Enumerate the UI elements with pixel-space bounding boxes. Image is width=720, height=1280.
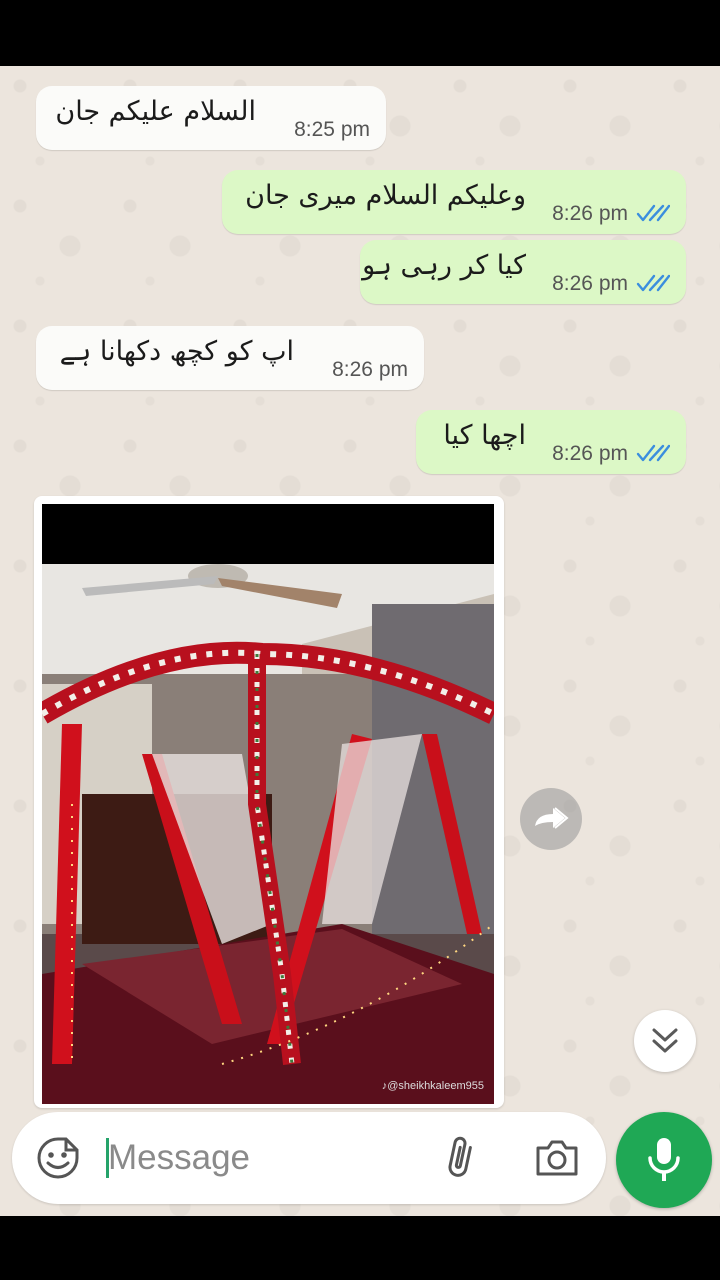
message-bubble-incoming[interactable]: السلام علیکم جان 8:25 pm bbox=[36, 86, 386, 150]
message-bubble-incoming[interactable]: اپ کو کچھ دکھانا ہے 8:26 pm bbox=[36, 326, 424, 390]
message-composer bbox=[12, 1112, 606, 1204]
navigation-bar bbox=[0, 1216, 720, 1280]
message-time: 8:26 pm bbox=[552, 442, 628, 465]
forward-icon bbox=[535, 807, 569, 829]
message-text: اچھا کیا bbox=[443, 420, 526, 451]
read-ticks-icon bbox=[636, 274, 670, 292]
camera-icon[interactable] bbox=[534, 1136, 580, 1180]
forward-button[interactable] bbox=[520, 788, 582, 850]
message-text: کیا کر رہی ہو bbox=[362, 250, 526, 281]
read-ticks-icon bbox=[636, 204, 670, 222]
scroll-to-bottom-button[interactable] bbox=[634, 1010, 696, 1072]
sticker-icon[interactable] bbox=[36, 1136, 80, 1180]
message-text: وعلیکم السلام میری جان bbox=[245, 180, 526, 211]
message-time: 8:26 pm bbox=[552, 272, 628, 295]
image-message[interactable]: ♪@sheikhkaleem955 bbox=[34, 496, 504, 1108]
message-bubble-outgoing[interactable]: اچھا کیا 8:26 pm bbox=[416, 410, 686, 474]
message-bubble-outgoing[interactable]: وعلیکم السلام میری جان 8:26 pm bbox=[222, 170, 686, 234]
message-text: السلام علیکم جان bbox=[55, 96, 256, 127]
message-input[interactable] bbox=[108, 1130, 428, 1186]
mic-icon bbox=[648, 1138, 680, 1181]
message-time: 8:25 pm bbox=[294, 118, 370, 141]
photo-watermark: ♪@sheikhkaleem955 bbox=[381, 1080, 484, 1092]
voice-message-button[interactable] bbox=[616, 1112, 712, 1208]
message-text: اپ کو کچھ دکھانا ہے bbox=[59, 336, 294, 367]
read-ticks-icon bbox=[636, 444, 670, 462]
decorated-bed-photo[interactable]: ♪@sheikhkaleem955 bbox=[42, 504, 494, 1104]
photo-illustration bbox=[42, 504, 494, 1104]
chat-area[interactable]: السلام علیکم جان 8:25 pm وعلیکم السلام م… bbox=[0, 66, 720, 1216]
double-chevron-down-icon bbox=[652, 1028, 678, 1053]
message-bubble-outgoing[interactable]: کیا کر رہی ہو 8:26 pm bbox=[360, 240, 686, 304]
message-time: 8:26 pm bbox=[552, 202, 628, 225]
status-bar bbox=[0, 0, 720, 66]
message-time: 8:26 pm bbox=[332, 358, 408, 381]
attach-icon[interactable] bbox=[442, 1134, 482, 1182]
